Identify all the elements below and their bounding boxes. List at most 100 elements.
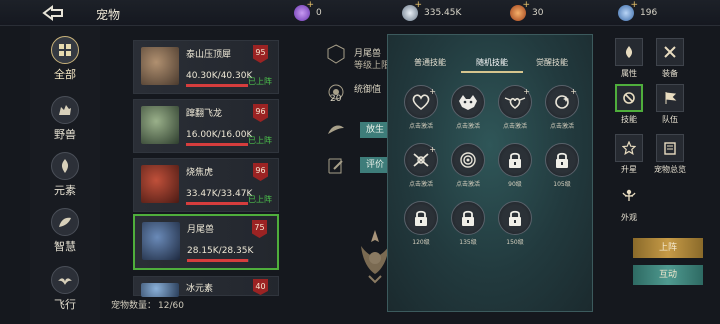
- menu-label: 装备: [662, 69, 678, 78]
- currency-gems[interactable]: 0: [294, 0, 322, 22]
- deployed-status: 已上阵: [248, 195, 272, 204]
- pet-portrait: [141, 165, 179, 203]
- skill-caption: 点击激活: [455, 123, 480, 130]
- menu-appearance[interactable]: 外观: [609, 182, 649, 222]
- nav-item-beast[interactable]: 野兽: [30, 96, 100, 146]
- pet-hp: 40.30K/40.30K: [186, 71, 253, 81]
- pet-card[interactable]: 冰元素 40: [133, 276, 279, 297]
- review-button[interactable]: 评价: [360, 157, 390, 173]
- skill-caption: 105级: [553, 181, 571, 188]
- deployed-status: 已上阵: [248, 136, 272, 145]
- wing-icon: [328, 125, 344, 134]
- pet-hp: 28.15K/28.35K: [187, 246, 254, 256]
- pet-card-selected[interactable]: 月尾兽 28.15K/28.35K 75: [133, 214, 279, 270]
- menu-label: 队伍: [662, 115, 678, 124]
- edit-icon: [328, 158, 343, 174]
- skills-panel: 普通技能 随机技能 觉醒技能 + 点击激活 点击激活 + 点击激活 + 点击激活: [387, 34, 593, 312]
- hp-bar: [186, 202, 248, 205]
- menu-pet-overview[interactable]: 宠物总览: [650, 134, 690, 174]
- skill-slot-locked[interactable]: 105级: [542, 143, 582, 188]
- pet-detail: 月尾兽 等级上限 统御值 20: [326, 40, 396, 240]
- skill-slot[interactable]: + 点击激活: [401, 85, 441, 130]
- sparkle-ring-icon: +: [545, 85, 579, 119]
- nav-label: 全部: [54, 68, 76, 81]
- level-badge: 75: [252, 220, 267, 238]
- pet-portrait: [141, 47, 179, 85]
- beast-icon: [51, 96, 79, 124]
- skill-slot[interactable]: + 点击激活: [495, 85, 535, 130]
- nav-item-element[interactable]: 元素: [30, 152, 100, 202]
- interact-button[interactable]: 互动: [633, 265, 703, 285]
- nav-item-all[interactable]: 全部: [30, 36, 100, 86]
- nav-item-flying[interactable]: 飞行: [30, 266, 100, 316]
- blue-crystal-icon: [618, 0, 638, 21]
- skill-slot[interactable]: + 点击激活: [401, 143, 441, 188]
- skill-slot[interactable]: 点击激活: [448, 85, 488, 130]
- star-icon: [615, 134, 643, 162]
- menu-attributes[interactable]: 属性: [609, 38, 649, 78]
- orange-orb-icon: [510, 0, 530, 21]
- nav-item-wisdom[interactable]: 智慧: [30, 208, 100, 258]
- hp-bar: [186, 143, 248, 146]
- grid-icon: [51, 36, 79, 64]
- menu-star-up[interactable]: 升星: [609, 134, 649, 174]
- currency-coins[interactable]: 335.45K: [402, 0, 461, 22]
- pet-portrait: [141, 106, 179, 144]
- skill-caption: 点击激活: [408, 123, 433, 130]
- pet-card[interactable]: 泰山压顶犀 40.30K/40.30K 95 已上阵: [133, 40, 279, 94]
- menu-equipment[interactable]: 装备: [650, 38, 690, 78]
- skill-slot-locked[interactable]: 135级: [448, 201, 488, 246]
- flying-icon: [51, 266, 79, 294]
- nav-label: 智慧: [54, 240, 76, 253]
- menu-skills[interactable]: 技能: [609, 84, 649, 124]
- menu-label: 升星: [621, 165, 637, 174]
- pet-name: 月尾兽: [187, 225, 215, 235]
- pet-name: 蹿翻飞龙: [186, 109, 223, 119]
- lock-icon: [498, 143, 532, 177]
- menu-team[interactable]: 队伍: [650, 84, 690, 124]
- pet-card[interactable]: 蹿翻飞龙 16.00K/16.00K 96 已上阵: [133, 99, 279, 153]
- skill-caption: 点击激活: [455, 181, 480, 188]
- vortex-icon: [451, 143, 485, 177]
- add-icon: +: [429, 87, 436, 96]
- menu-label: 属性: [621, 69, 637, 78]
- skill-tabs: 普通技能 随机技能 觉醒技能: [388, 57, 594, 73]
- deploy-button[interactable]: 上阵: [633, 238, 703, 258]
- back-arrow-icon[interactable]: [40, 4, 66, 22]
- flag-icon: [656, 84, 684, 112]
- skill-caption: 135级: [459, 239, 477, 246]
- hp-bar: [186, 84, 248, 87]
- tab-random-skills[interactable]: 随机技能: [462, 57, 522, 68]
- skill-slot[interactable]: 点击激活: [448, 143, 488, 188]
- pet-card[interactable]: 烧焦虎 33.47K/33.47K 96 已上阵: [133, 158, 279, 212]
- skill-slot-locked[interactable]: 90级: [495, 143, 535, 188]
- release-button[interactable]: 放生: [360, 122, 390, 138]
- level-badge: 95: [253, 45, 268, 63]
- menu-label: 宠物总览: [654, 165, 686, 174]
- add-icon: +: [570, 87, 577, 96]
- command-label: 统御值: [354, 85, 382, 95]
- add-icon: +: [429, 145, 436, 154]
- tab-normal-skills[interactable]: 普通技能: [400, 57, 460, 68]
- level-badge: 96: [253, 163, 268, 181]
- crossed-swords-icon: +: [404, 143, 438, 177]
- skill-caption: 点击激活: [408, 181, 433, 188]
- skill-slot-locked[interactable]: 120级: [401, 201, 441, 246]
- currency-orbs[interactable]: 30: [510, 0, 543, 22]
- deployed-status: 已上阵: [248, 77, 272, 86]
- currency-crystals[interactable]: 196: [618, 0, 657, 22]
- lock-icon: [498, 201, 532, 235]
- pet-name: 泰山压顶犀: [186, 50, 232, 60]
- nav-label: 野兽: [54, 128, 76, 141]
- menu-label: 外观: [621, 213, 637, 222]
- crossed-swords-icon: [656, 38, 684, 66]
- pet-name: 冰元素: [186, 284, 214, 294]
- category-nav: 全部 野兽 元素 智慧 飞行: [30, 26, 100, 324]
- tab-awaken-skills[interactable]: 觉醒技能: [522, 57, 582, 68]
- hp-bar: [187, 259, 249, 262]
- skill-slot[interactable]: + 点击激活: [542, 85, 582, 130]
- fairy-icon: [615, 182, 643, 210]
- skill-slot-locked[interactable]: 150级: [495, 201, 535, 246]
- silver-coin-icon: [402, 0, 422, 21]
- detail-level-cap: 等级上限: [354, 61, 391, 71]
